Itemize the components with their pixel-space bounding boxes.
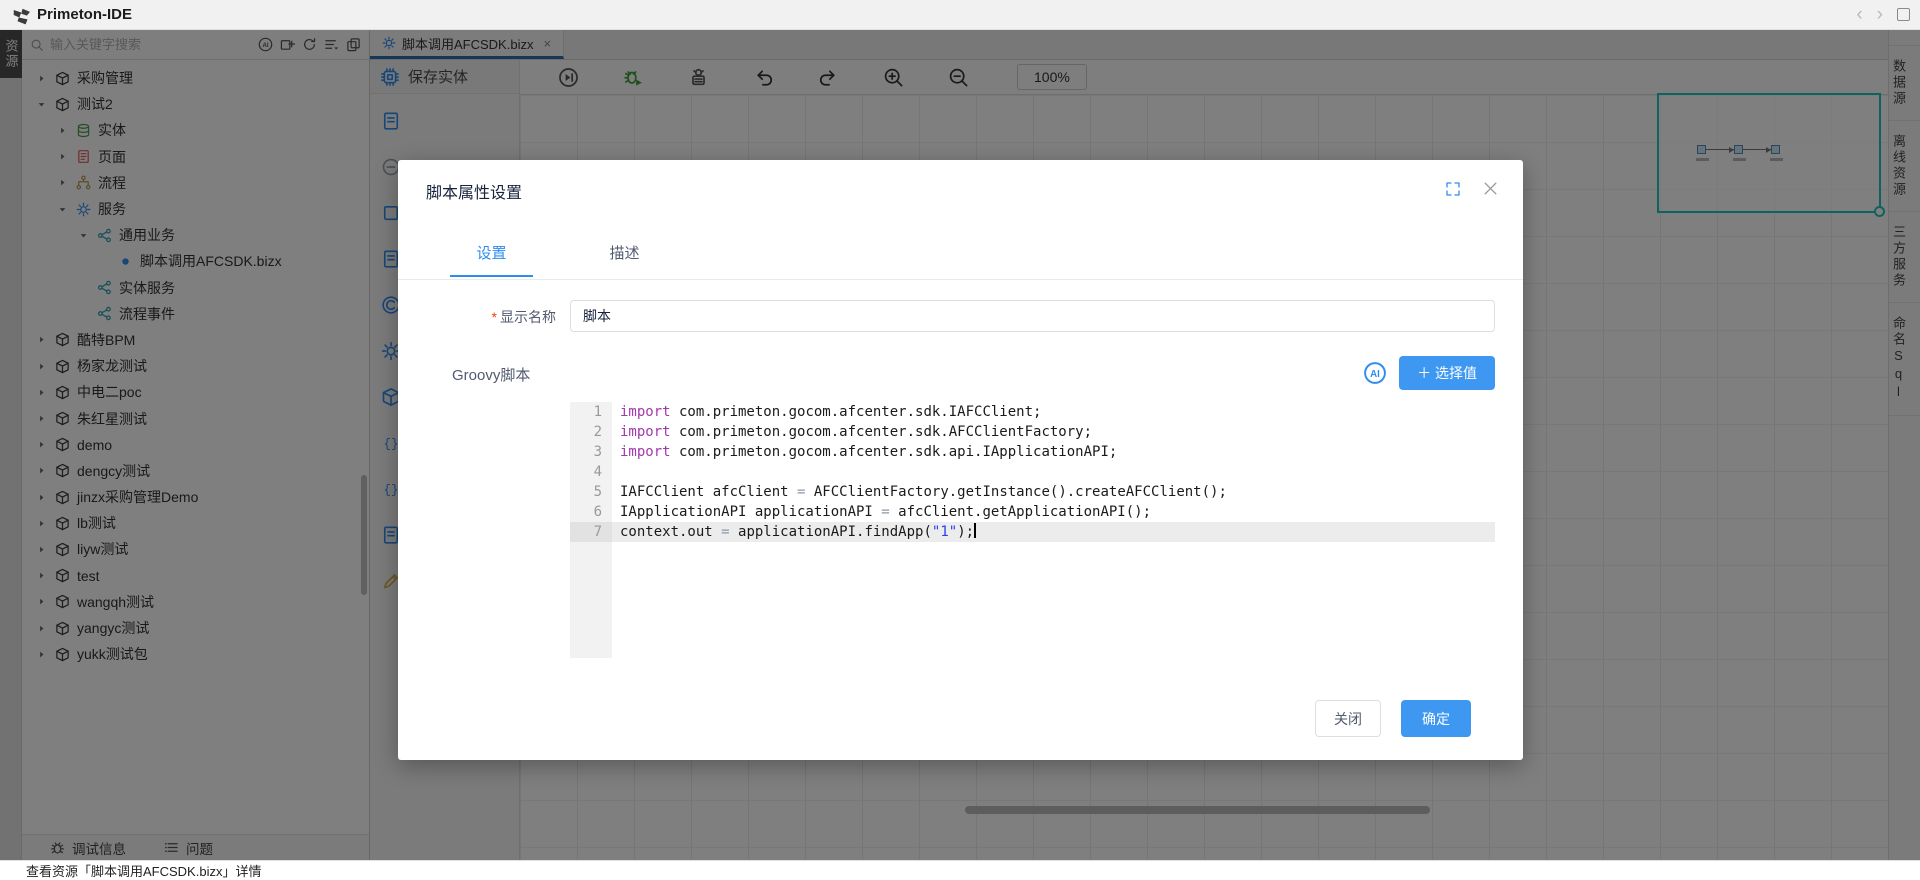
- code-line[interactable]: 2import com.primeton.gocom.afcenter.sdk.…: [570, 422, 1495, 442]
- application-window: Primeton-IDE ‹ › 资源 AI 采购管理测试2实体页面流程服务通用…: [0, 0, 1920, 880]
- code-text: import com.primeton.gocom.afcenter.sdk.A…: [612, 422, 1092, 442]
- line-number: 2: [570, 422, 612, 442]
- code-line[interactable]: [570, 542, 1495, 562]
- code-line[interactable]: [570, 642, 1495, 658]
- text-cursor: [974, 523, 976, 538]
- line-number: [570, 642, 612, 658]
- select-value-button[interactable]: ＋ 选择值: [1399, 356, 1495, 390]
- code-line[interactable]: 5IAFCClient afcClient = AFCClientFactory…: [570, 482, 1495, 502]
- status-text: 查看资源「脚本调用AFCSDK.bizx」详情: [26, 861, 261, 880]
- line-number: 4: [570, 462, 612, 482]
- code-text: [612, 542, 620, 562]
- close-icon[interactable]: [1482, 180, 1499, 197]
- dialog-close-button[interactable]: 关闭: [1315, 700, 1381, 737]
- code-text: [612, 602, 620, 622]
- code-text: [612, 622, 620, 642]
- line-number: 3: [570, 442, 612, 462]
- line-number: [570, 582, 612, 602]
- nav-back-icon[interactable]: ‹: [1856, 5, 1862, 24]
- code-line[interactable]: 7context.out = applicationAPI.findApp("1…: [570, 522, 1495, 542]
- nav-forward-icon[interactable]: ›: [1877, 5, 1883, 24]
- main-area: 资源 AI 采购管理测试2实体页面流程服务通用业务脚本调用AFCSDK.bizx…: [0, 30, 1920, 860]
- line-number: 5: [570, 482, 612, 502]
- line-number: 6: [570, 502, 612, 522]
- code-text: IApplicationAPI applicationAPI = afcClie…: [612, 502, 1151, 522]
- line-number: [570, 602, 612, 622]
- dialog-ok-button[interactable]: 确定: [1401, 700, 1471, 737]
- code-line[interactable]: [570, 562, 1495, 582]
- display-name-input[interactable]: [570, 300, 1495, 332]
- required-asterisk: *: [492, 309, 497, 325]
- code-line[interactable]: [570, 622, 1495, 642]
- code-line[interactable]: [570, 602, 1495, 622]
- dialog-tabs: 设置 描述: [450, 242, 666, 277]
- code-text: context.out = applicationAPI.findApp("1"…: [612, 522, 976, 542]
- code-text: import com.primeton.gocom.afcenter.sdk.I…: [612, 402, 1041, 422]
- line-number: 7: [570, 522, 612, 542]
- svg-text:AI: AI: [1370, 369, 1380, 380]
- code-line[interactable]: 6IApplicationAPI applicationAPI = afcCli…: [570, 502, 1495, 522]
- status-bar: 查看资源「脚本调用AFCSDK.bizx」详情: [0, 860, 1920, 880]
- code-text: [612, 582, 620, 602]
- display-name-label: *显示名称: [398, 307, 556, 327]
- line-number: [570, 542, 612, 562]
- window-layout-icon[interactable]: [1897, 8, 1910, 21]
- dialog-title: 脚本属性设置: [426, 179, 522, 203]
- window-controls: ‹ ›: [1856, 5, 1910, 24]
- title-bar: Primeton-IDE ‹ ›: [0, 0, 1920, 30]
- line-number: [570, 622, 612, 642]
- code-line[interactable]: 4: [570, 462, 1495, 482]
- script-properties-dialog: 脚本属性设置 设置 描述 *显示名称 Groovy脚本 AI ＋ 选择值 1imp…: [398, 160, 1523, 760]
- groovy-script-label: Groovy脚本: [452, 364, 530, 385]
- code-line[interactable]: 3import com.primeton.gocom.afcenter.sdk.…: [570, 442, 1495, 462]
- code-text: [612, 462, 620, 482]
- line-number: [570, 562, 612, 582]
- code-line[interactable]: 1import com.primeton.gocom.afcenter.sdk.…: [570, 402, 1495, 422]
- code-text: [612, 642, 620, 658]
- dialog-tab[interactable]: 设置: [450, 242, 533, 277]
- groovy-actions: AI ＋ 选择值: [1363, 356, 1495, 390]
- line-number: 1: [570, 402, 612, 422]
- code-text: IAFCClient afcClient = AFCClientFactory.…: [612, 482, 1227, 502]
- code-text: import com.primeton.gocom.afcenter.sdk.a…: [612, 442, 1117, 462]
- app-logo-icon: [10, 5, 30, 25]
- tab-divider: [398, 279, 1523, 280]
- ai-assist-icon[interactable]: AI: [1363, 361, 1387, 385]
- app-title: Primeton-IDE: [37, 6, 132, 23]
- code-text: [612, 562, 620, 582]
- groovy-code-editor[interactable]: 1import com.primeton.gocom.afcenter.sdk.…: [570, 402, 1495, 658]
- dialog-tab[interactable]: 描述: [583, 242, 666, 277]
- code-line[interactable]: [570, 582, 1495, 602]
- fullscreen-icon[interactable]: [1445, 181, 1461, 197]
